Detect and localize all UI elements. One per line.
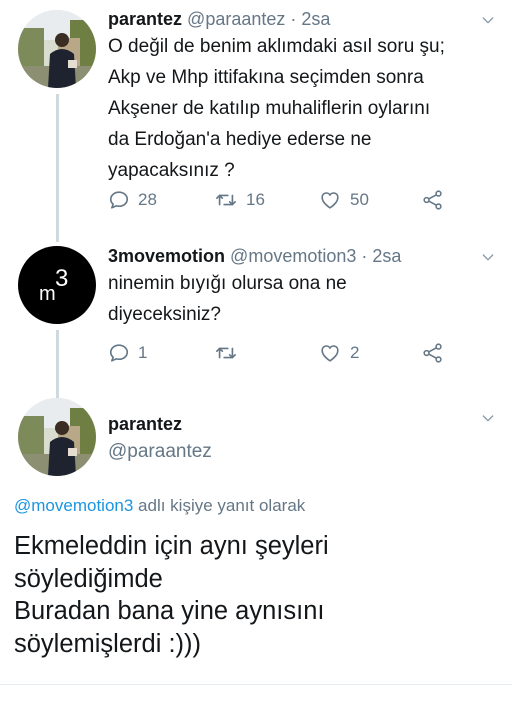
like-icon <box>318 189 342 211</box>
tweet-1-line: Akşener de katılıp muhaliflerin oylarını <box>108 98 431 119</box>
retweet-icon <box>214 189 238 211</box>
tweet-1-line: O değil de benim aklımdaki asıl soru şu; <box>108 36 445 57</box>
tweet-1-time[interactable]: · 2sa <box>285 9 330 29</box>
reply-icon <box>108 189 130 211</box>
thread-line-2 <box>56 330 59 402</box>
like-icon <box>318 342 342 364</box>
tweet-1-line: yapacaksınız ? <box>108 160 235 181</box>
share-button[interactable] <box>422 189 444 211</box>
retweet-button[interactable]: 16 <box>214 189 318 211</box>
reply-icon <box>108 342 130 364</box>
main-tweet-line: Ekmeleddin için aynı şeyleri <box>14 532 329 560</box>
reply-button[interactable]: 28 <box>108 189 214 211</box>
avatar-logo-m: m <box>39 283 56 305</box>
retweet-button[interactable] <box>214 342 318 364</box>
avatar-3movemotion[interactable]: m 3 <box>18 246 96 324</box>
tweet-2-line: ninemin bıyığı olursa ona ne <box>108 273 347 294</box>
tweet-2-name[interactable]: 3movemotion <box>108 246 225 266</box>
avatar-parantez-main[interactable] <box>18 398 96 476</box>
reply-count: 1 <box>138 343 148 362</box>
tweet-1-actions: 28 16 50 <box>108 189 444 211</box>
main-tweet-line: Buradan bana yine aynısını <box>14 597 325 625</box>
like-count: 2 <box>350 343 360 362</box>
like-count: 50 <box>350 190 369 209</box>
main-tweet-line: söylediğimde <box>14 564 163 593</box>
tweet-1-line: Akp ve Mhp ittifakına seçimden sonra <box>108 67 424 88</box>
like-button[interactable]: 2 <box>318 342 422 364</box>
chevron-down-icon[interactable] <box>480 410 496 430</box>
main-tweet-line: söylemişlerdi :))) <box>14 629 202 658</box>
tweet-1[interactable]: parantez @paraantez · 2sa O değil de ben… <box>108 8 512 186</box>
tweet-2-handle[interactable]: @movemotion3 <box>230 246 356 266</box>
reply-context: @movemotion3 adlı kişiye yanıt olarak <box>14 496 305 516</box>
reply-to-suffix: adlı kişiye yanıt olarak <box>133 496 306 515</box>
avatar-logo: m 3 <box>37 265 77 305</box>
tweet-2-text: ninemin bıyığı olursa ona ne diyeceksini… <box>108 268 512 330</box>
avatar-parantez[interactable] <box>18 10 96 88</box>
tweet-1-line: da Erdoğan'a hediye ederse ne <box>108 129 372 150</box>
tweet-1-header: parantez @paraantez · 2sa <box>108 8 512 30</box>
reply-to-link[interactable]: @movemotion3 <box>14 496 133 515</box>
retweet-icon <box>214 342 238 364</box>
reply-count: 28 <box>138 190 157 209</box>
main-tweet-name[interactable]: parantez <box>108 414 182 435</box>
tweet-2-actions: 1 2 <box>108 342 444 364</box>
tweet-2[interactable]: 3movemotion @movemotion3 · 2sa ninemin b… <box>108 245 512 330</box>
thread-line-1 <box>56 94 59 242</box>
tweet-2-header: 3movemotion @movemotion3 · 2sa <box>108 245 512 267</box>
retweet-count: 16 <box>246 190 265 209</box>
chevron-down-icon[interactable] <box>480 249 496 269</box>
chevron-down-icon[interactable] <box>480 12 496 32</box>
avatar-logo-3: 3 <box>55 265 69 292</box>
share-icon <box>422 342 444 364</box>
tweet-2-line: diyeceksiniz? <box>108 304 221 325</box>
share-button[interactable] <box>422 342 444 364</box>
tweet-1-handle[interactable]: @paraantez <box>187 9 285 29</box>
tweet-2-time[interactable]: · 2sa <box>356 246 401 266</box>
tweet-1-text: O değil de benim aklımdaki asıl soru şu;… <box>108 31 512 186</box>
divider <box>0 684 512 685</box>
tweet-1-name[interactable]: parantez <box>108 9 182 29</box>
main-tweet-text: Ekmeleddin için aynı şeyleri söylediğimd… <box>14 530 504 660</box>
main-tweet-handle[interactable]: @paraantez <box>108 441 212 463</box>
like-button[interactable]: 50 <box>318 189 422 211</box>
share-icon <box>422 189 444 211</box>
reply-button[interactable]: 1 <box>108 342 214 364</box>
